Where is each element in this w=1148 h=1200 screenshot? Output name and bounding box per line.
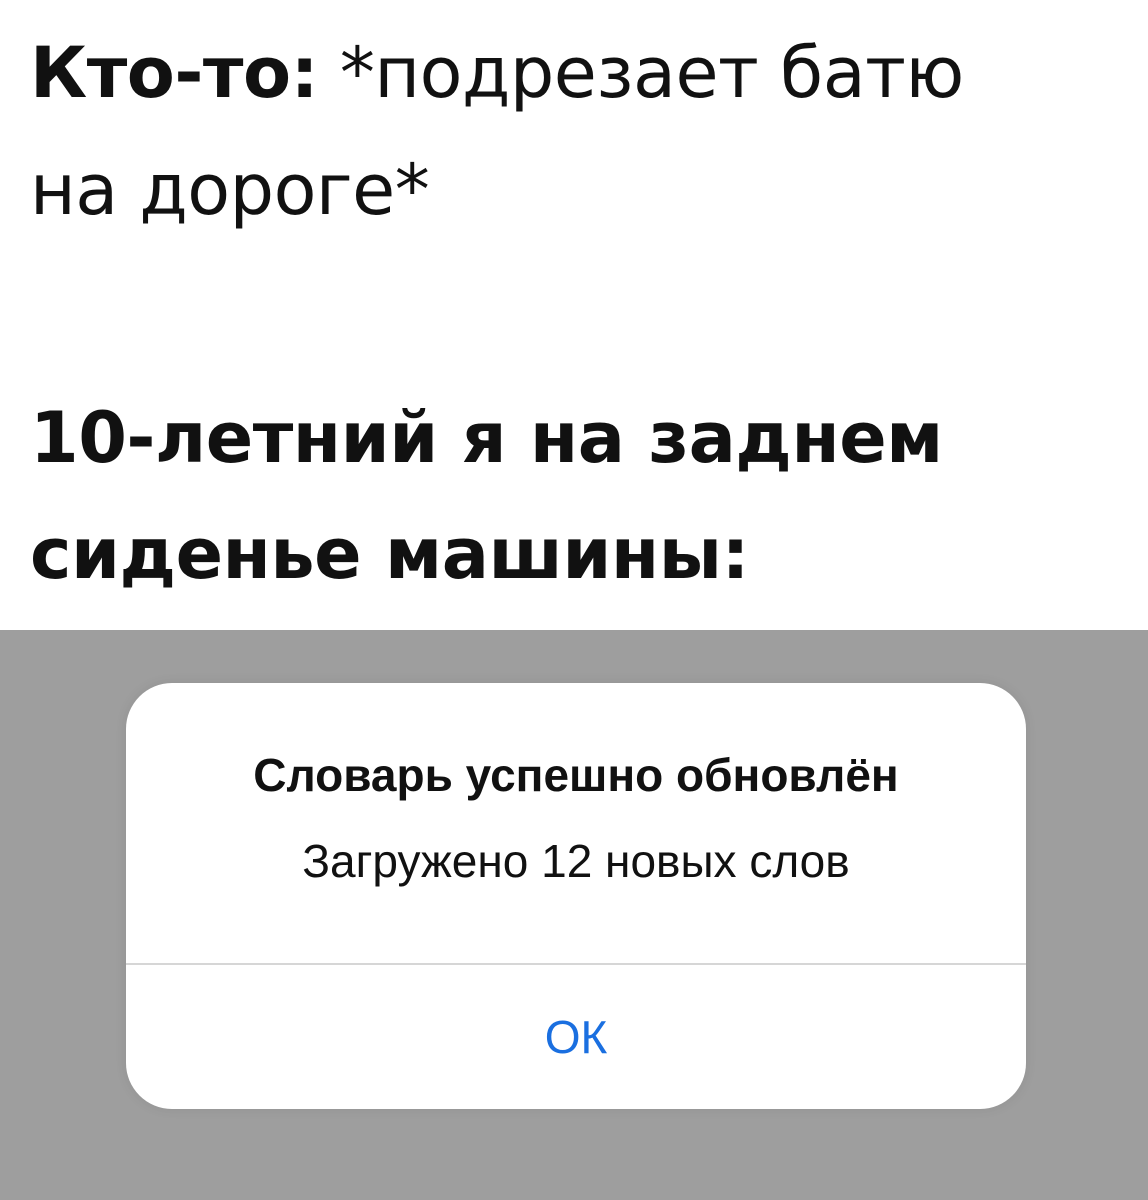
alert-message: Загружено 12 новых слов [302,835,850,887]
alert-dialog: Словарь успешно обновлён Загружено 12 но… [126,683,1026,1109]
caption-line-3: 10-летний я на заднем [30,397,943,479]
caption-line-4: сиденье машины: [30,513,750,595]
ok-button[interactable]: ОК [126,965,1026,1109]
dimmed-screen-background: Словарь успешно обновлён Загружено 12 но… [0,630,1148,1200]
caption-line-2: на дороге* [30,149,430,231]
caption-action: *подрезает батю [318,32,964,114]
alert-title: Словарь успешно обновлён [253,749,899,801]
meme-caption: Кто-то: *подрезает батю на дороге* 10-ле… [0,0,1148,630]
caption-speaker: Кто-то: [30,32,319,114]
caption-line-1: Кто-то: *подрезает батю [30,33,964,113]
